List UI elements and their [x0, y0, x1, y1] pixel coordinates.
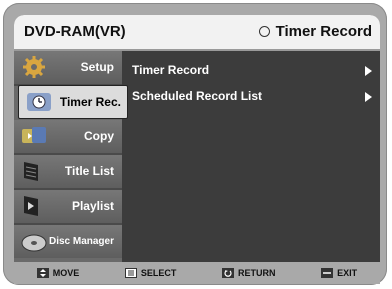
move-icon: [36, 268, 49, 278]
sidebar-item-label: Copy: [84, 129, 114, 143]
menu-header: DVD-RAM(VR) Timer Record: [14, 15, 380, 51]
menu-item-label: Timer Record: [132, 63, 210, 77]
menu-item-timer-record[interactable]: Timer Record: [132, 61, 372, 81]
footer-return: RETURN: [222, 268, 276, 278]
sidebar-item-label: Disc Manager: [48, 236, 114, 247]
footer-select: SELECT: [124, 268, 177, 278]
footer-move: MOVE: [36, 268, 80, 278]
sidebar-item-label: Title List: [64, 164, 114, 178]
footer-key-guide: MOVE SELECT RETURN EXIT: [14, 262, 380, 284]
sidebar-item-title-list[interactable]: Title List: [14, 155, 122, 190]
sidebar-item-label: Playlist: [71, 199, 114, 213]
sidebar-item-disc-manager[interactable]: Disc Manager: [14, 225, 122, 258]
disc-icon: [21, 234, 47, 252]
playlist-icon: [24, 196, 38, 216]
arrow-right-icon: [365, 66, 372, 76]
section-title: Timer Record: [258, 23, 372, 40]
menu-item-label: Scheduled Record List: [132, 89, 263, 103]
footer-exit-label: EXIT: [337, 268, 358, 278]
sidebar-item-label: Timer Rec.: [59, 95, 121, 109]
sidebar-item-setup[interactable]: Setup: [14, 51, 122, 86]
sidebar-item-playlist[interactable]: Playlist: [14, 190, 122, 225]
footer-select-label: SELECT: [140, 268, 177, 278]
sidebar-item-copy[interactable]: Copy: [14, 120, 122, 155]
select-icon: [124, 268, 137, 278]
footer-exit: EXIT: [321, 268, 357, 278]
copy-icon: [22, 127, 46, 143]
menu-screen: DVD-RAM(VR) Timer Record Setup Timer Rec…: [14, 15, 380, 263]
section-title-label: Timer Record: [275, 23, 372, 40]
arrow-right-icon: [365, 92, 372, 102]
timer-icon: [27, 93, 51, 111]
disc-mode-title: DVD-RAM(VR): [24, 23, 126, 40]
return-icon: [222, 268, 235, 278]
footer-move-label: MOVE: [52, 268, 80, 278]
sidebar-item-label: Setup: [80, 60, 114, 74]
exit-icon: [321, 268, 334, 278]
circle-icon: [258, 26, 270, 37]
sidebar: Setup Timer Rec. Copy Title List Playlis…: [14, 51, 128, 263]
gear-icon: [23, 56, 45, 78]
menu-item-scheduled-record-list[interactable]: Scheduled Record List: [132, 87, 372, 107]
sidebar-item-timer-rec[interactable]: Timer Rec.: [18, 85, 128, 119]
footer-return-label: RETURN: [238, 268, 276, 278]
title-list-icon: [24, 162, 38, 181]
